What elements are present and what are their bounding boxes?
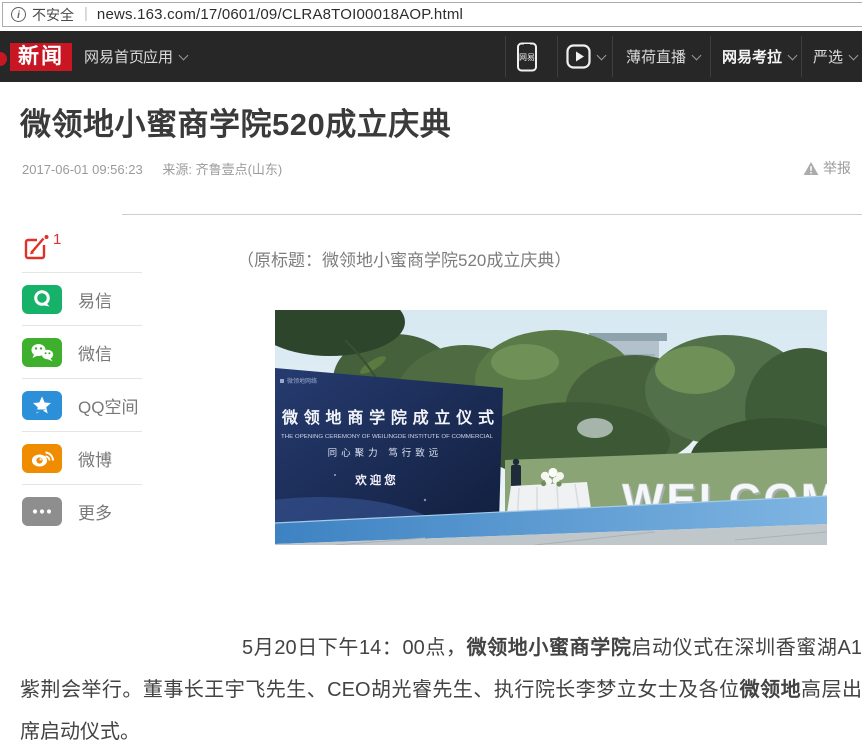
browser-address-bar: i 不安全 | news.163.com/17/0601/09/CLRA8TOI… [0, 0, 862, 31]
nav-live[interactable]: 薄荷直播 [626, 31, 700, 82]
share-divider [22, 325, 142, 326]
nav-kaola[interactable]: 网易考拉 [722, 31, 796, 82]
nav-home-label: 网易首页 [84, 46, 144, 67]
chevron-down-icon [788, 50, 798, 60]
nav-home[interactable]: 网易首页 [84, 31, 144, 82]
share-divider [22, 272, 142, 273]
photo-banner-motto: 同心聚力 笃行致远 [328, 447, 443, 459]
wechat-icon [22, 338, 62, 367]
article-paragraph: 5月20日下午14：00点，微领地小蜜商学院启动仪式在深圳香蜜湖A1紫荆会举行。… [20, 627, 862, 743]
share-divider [22, 378, 142, 379]
chevron-down-icon [179, 50, 189, 60]
header-rule [122, 214, 862, 215]
publish-datetime: 2017-06-01 09:56:23 [22, 162, 143, 177]
yixin-icon [22, 285, 62, 314]
warning-triangle-icon [803, 161, 819, 176]
share-item-wechat[interactable]: 微信 [22, 338, 112, 367]
nav-apps[interactable]: 应用 [143, 31, 187, 82]
share-item-more[interactable]: 更多 [22, 497, 112, 526]
nav-yanxuan-label: 严选 [813, 46, 843, 67]
security-label[interactable]: 不安全 [32, 5, 74, 25]
photo-stage-logo-text: 微领地网络 [287, 377, 317, 385]
share-divider [22, 431, 142, 432]
article-photo: 微领地网络 微领地商学院成立仪式 THE OPENING CEREMONY OF… [275, 310, 827, 545]
phone-icon: 网易 [516, 42, 538, 72]
share-item-yixin[interactable]: 易信 [22, 285, 112, 314]
share-item-label: 易信 [78, 287, 112, 312]
comment-button[interactable]: 1 [22, 233, 61, 261]
more-dots-icon [22, 497, 62, 526]
share-item-label: 更多 [78, 499, 112, 524]
weibo-icon [22, 444, 62, 473]
nav-video[interactable] [566, 31, 605, 82]
nav-kaola-label: 网易考拉 [722, 46, 782, 67]
article-meta: 2017-06-01 09:56:23 来源: 齐鲁壹点(山东) [22, 159, 282, 178]
netease-logo-fragment [0, 52, 7, 66]
comment-count: 1 [53, 231, 61, 261]
phone-icon-label: 网易 [519, 53, 535, 62]
chevron-down-icon [692, 50, 702, 60]
header-divider [801, 36, 802, 77]
page-title: 微领地小蜜商学院520成立庆典 [20, 99, 451, 144]
header-divider [505, 36, 506, 77]
url-separator: | [84, 5, 88, 22]
share-item-label: 微博 [78, 446, 112, 471]
report-link[interactable]: 举报 [803, 158, 851, 178]
article-source: 来源: 齐鲁壹点(山东) [162, 162, 282, 177]
header-divider [612, 36, 613, 77]
qzone-star-icon [22, 391, 62, 420]
chevron-down-icon [849, 50, 859, 60]
photo-banner-welcome: 欢迎您 [354, 473, 399, 487]
video-play-icon [566, 44, 591, 69]
nav-apps-label: 应用 [143, 46, 173, 67]
nav-mobile-app[interactable]: 网易 [516, 31, 538, 82]
nav-yanxuan[interactable]: 严选 [813, 31, 857, 82]
comment-edit-icon [22, 233, 50, 261]
share-item-label: 微信 [78, 340, 112, 365]
nav-live-label: 薄荷直播 [626, 46, 686, 67]
share-item-label: QQ空间 [78, 393, 138, 418]
header-divider [557, 36, 558, 77]
url-text[interactable]: news.163.com/17/0601/09/CLRA8TOI00018AOP… [97, 6, 463, 23]
share-divider [22, 484, 142, 485]
header-divider [710, 36, 711, 77]
photo-banner-subtitle: THE OPENING CEREMONY OF WEILINGDE INSTIT… [281, 434, 493, 440]
share-item-weibo[interactable]: 微博 [22, 444, 112, 473]
share-item-qzone[interactable]: QQ空间 [22, 391, 138, 420]
info-icon[interactable]: i [11, 7, 26, 22]
original-title-line: （原标题：微领地小蜜商学院520成立庆典） [237, 246, 571, 271]
news-logo[interactable]: 新闻 [10, 43, 72, 71]
page: i 不安全 | news.163.com/17/0601/09/CLRA8TOI… [0, 0, 862, 743]
chevron-down-icon [597, 50, 607, 60]
url-input[interactable]: i 不安全 | news.163.com/17/0601/09/CLRA8TOI… [2, 2, 862, 27]
site-header: 新闻 网易首页 应用 网易 薄荷直播 [0, 31, 862, 82]
report-label: 举报 [823, 158, 851, 178]
